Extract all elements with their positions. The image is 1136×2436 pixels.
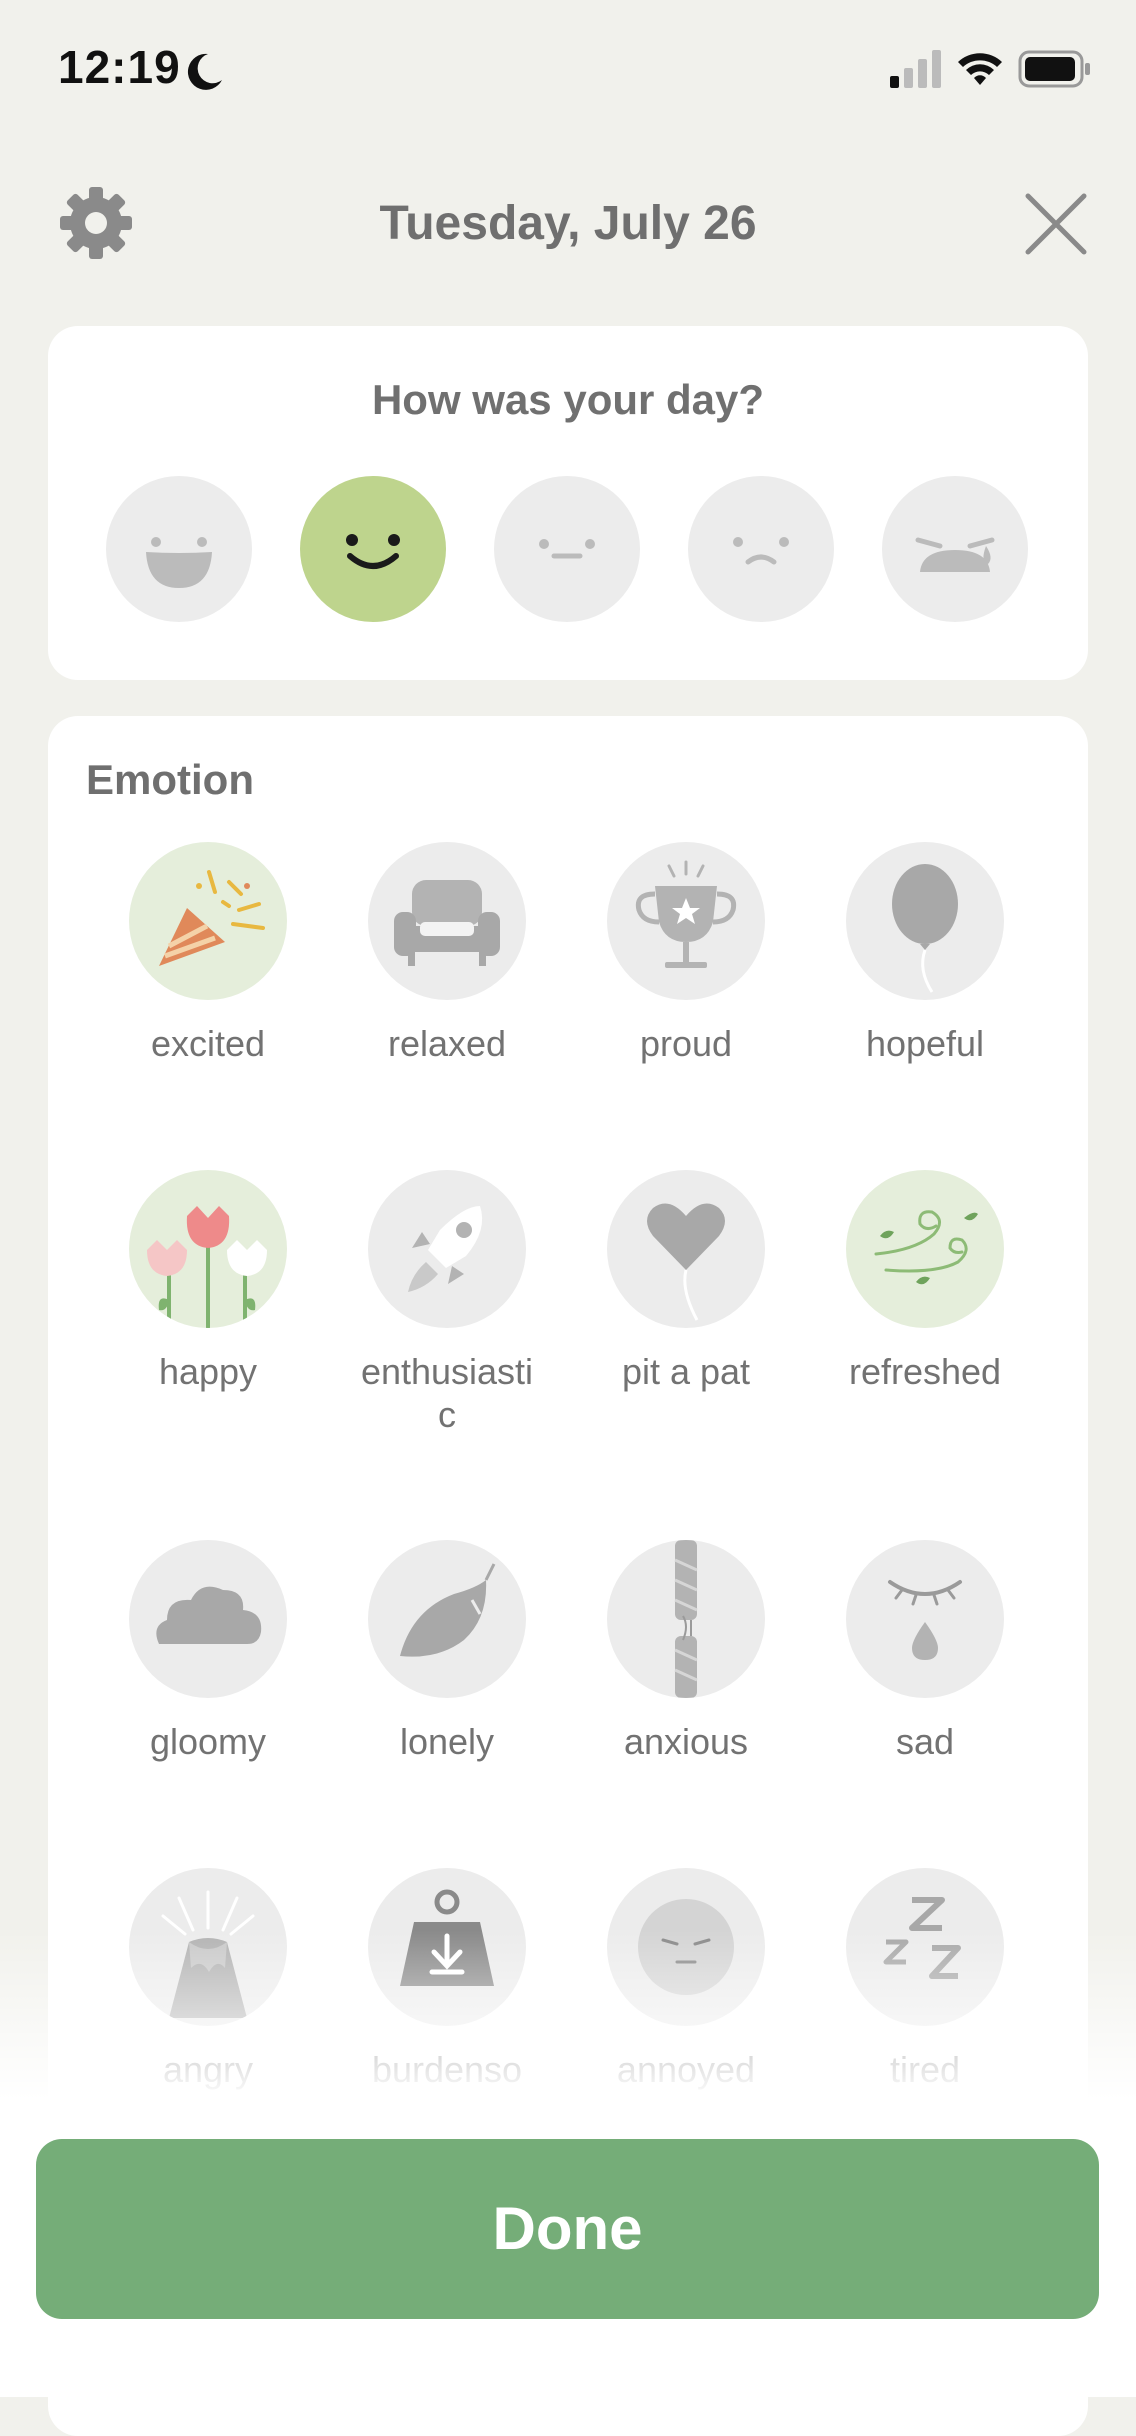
emotion-lonely[interactable]: lonely [352, 1540, 542, 1763]
heart-balloon-icon [607, 1170, 765, 1328]
trophy-icon [607, 842, 765, 1000]
face-okay-button[interactable] [494, 476, 640, 622]
laughing-face-icon [146, 537, 212, 588]
smiling-face-icon [346, 534, 400, 569]
rocket-icon [368, 1170, 526, 1328]
wifi-icon [955, 48, 1005, 88]
mood-question: How was your day? [371, 376, 765, 423]
emotion-pit-a-pat[interactable]: pit a pat [591, 1170, 781, 1393]
frowning-face-icon [733, 537, 789, 565]
emotion-label: enthusiastic [360, 1351, 534, 1435]
emotion-label: proud [639, 1023, 733, 1064]
emotion-proud[interactable]: proud [591, 842, 781, 1065]
emotion-enthusiastic[interactable]: enthusiastic [352, 1170, 542, 1436]
status-bar: 12:19 [0, 0, 1136, 130]
neutral-face-icon [539, 539, 595, 559]
cloud-icon [129, 1540, 287, 1698]
emotion-label: lonely [399, 1721, 495, 1762]
emotion-label: pit a pat [621, 1351, 751, 1392]
emotion-label: sad [895, 1721, 955, 1762]
scroll-fade [0, 1930, 1136, 2100]
battery-icon [1018, 50, 1092, 88]
mood-card: How was your day? [48, 326, 1088, 680]
moon-icon [182, 50, 226, 94]
rope-icon [607, 1540, 765, 1698]
face-bad-button[interactable] [688, 476, 834, 622]
tulips-icon [129, 1170, 287, 1328]
done-button[interactable]: Done [36, 2139, 1099, 2319]
emotion-label: happy [158, 1351, 258, 1392]
page-title: Tuesday, July 26 [379, 197, 757, 250]
face-good-button[interactable] [300, 476, 446, 622]
emotion-label: anxious [623, 1721, 749, 1762]
signal-icon [888, 48, 942, 90]
status-time: 12:19 [58, 41, 181, 93]
emotion-label: refreshed [848, 1351, 1002, 1392]
face-awful-button[interactable] [882, 476, 1028, 622]
emotion-sad[interactable]: sad [830, 1540, 1020, 1763]
face-great-button[interactable] [106, 476, 252, 622]
armchair-icon [368, 842, 526, 1000]
close-icon[interactable] [1022, 190, 1090, 258]
emotion-refreshed[interactable]: refreshed [830, 1170, 1020, 1393]
teardrop-icon [846, 1540, 1004, 1698]
emotion-hopeful[interactable]: hopeful [830, 842, 1020, 1065]
emotion-label: hopeful [865, 1023, 985, 1064]
emotion-label: gloomy [149, 1721, 267, 1762]
party-popper-icon [129, 842, 287, 1000]
emotion-happy[interactable]: happy [113, 1170, 303, 1393]
emotion-label: excited [150, 1023, 266, 1064]
emotion-relaxed[interactable]: relaxed [352, 842, 542, 1065]
leaf-icon [368, 1540, 526, 1698]
emotion-gloomy[interactable]: gloomy [113, 1540, 303, 1763]
crying-face-icon [915, 537, 995, 572]
wind-icon [846, 1170, 1004, 1328]
balloon-icon [846, 842, 1004, 1000]
emotion-section-title: Emotion [86, 756, 254, 803]
emotion-label: relaxed [387, 1023, 507, 1064]
emotion-anxious[interactable]: anxious [591, 1540, 781, 1763]
emotion-excited[interactable]: excited [113, 842, 303, 1065]
